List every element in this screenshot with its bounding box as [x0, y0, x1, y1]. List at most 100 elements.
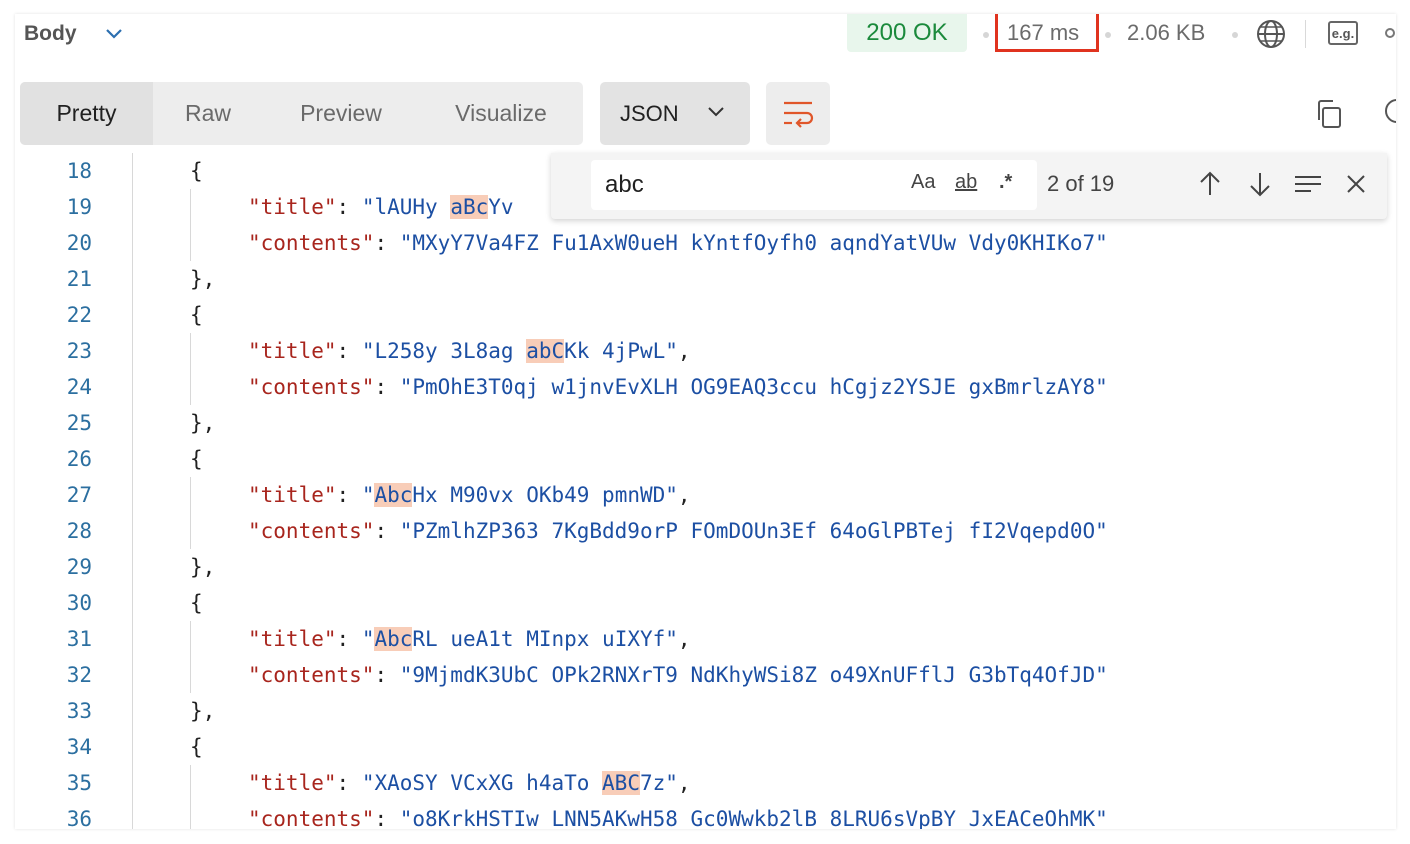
json-key: "contents" [248, 519, 375, 543]
indent-guide [190, 189, 191, 261]
line-number: 29 [66, 555, 92, 579]
colon: : [336, 771, 362, 795]
line-number: 31 [66, 627, 92, 651]
indent-guide [190, 333, 191, 405]
line-number: 36 [66, 807, 92, 829]
globe-icon[interactable] [1255, 18, 1287, 50]
search-match: abC [526, 339, 565, 363]
title-suffix: Yv [488, 195, 514, 219]
json-key: "contents" [248, 231, 375, 255]
search-icon[interactable] [1377, 98, 1396, 128]
line-number: 30 [66, 591, 92, 615]
wrap-lines-button[interactable] [766, 82, 830, 145]
tab-pretty[interactable]: Pretty [20, 82, 153, 145]
example-icon[interactable]: e.g. [1328, 21, 1358, 45]
wrap-lines-icon [784, 101, 814, 128]
match-case-toggle[interactable]: Aa [911, 171, 935, 194]
search-match: Abc [374, 627, 413, 651]
find-in-selection-icon[interactable] [1293, 169, 1323, 199]
line-number: 20 [66, 231, 92, 255]
json-string: "PmOhE3T0qj w1jnvEvXLH OG9EAQ3ccu hCgjz2… [399, 375, 1108, 399]
json-code-view[interactable]: 18 {19 "title": "lAUHy aBcYv 20 "contents": … [15, 153, 1396, 829]
line-number: 26 [66, 447, 92, 471]
tab-preview[interactable]: Preview [263, 82, 419, 145]
title-entry: "title": "lAUHy aBcYv [248, 189, 514, 225]
copy-icon[interactable] [1313, 98, 1345, 130]
close-brace: }, [190, 267, 216, 291]
response-panel: Body 200 OK 167 ms 2.06 KB e.g. Pretty R… [15, 14, 1396, 829]
match-count: 2 of 19 [1047, 171, 1115, 196]
line-number: 27 [66, 483, 92, 507]
json-key: "contents" [248, 807, 375, 829]
title-prefix: "lAUHy [361, 195, 451, 219]
format-select-label: JSON [620, 100, 679, 126]
arrow-down-icon[interactable] [1245, 169, 1275, 199]
indent-guide [190, 621, 191, 693]
json-key: "title" [248, 627, 337, 651]
comma: , [677, 627, 691, 651]
separator-dot [1105, 32, 1111, 38]
colon: : [336, 483, 362, 507]
code-line: 31 "title": "AbcRL ueA1t MInpx uIXYf", [15, 621, 1396, 657]
title-entry: "title": "XAoSY VCxXG h4aTo ABC7z", [248, 765, 691, 801]
colon: : [374, 807, 400, 829]
code-line: 20 "contents": "MXyY7Va4FZ Fu1AxW0ueH kYn… [15, 225, 1396, 261]
code-line: 21}, [15, 261, 1396, 297]
json-string: "PZmlhZP363 7KgBdd9orP FOmDOUn3Ef 64oGlP… [399, 519, 1108, 543]
title-suffix: 7z" [639, 771, 678, 795]
code-line: 36 "contents": "o8KrkHSTIw LNN5AKwH58 Gc0… [15, 801, 1396, 829]
code-line: 29}, [15, 549, 1396, 585]
code-line: 34 { [15, 729, 1396, 765]
tab-raw[interactable]: Raw [153, 82, 263, 145]
json-key: "title" [248, 339, 337, 363]
tab-visualize[interactable]: Visualize [419, 82, 583, 145]
code-line: 28 "contents": "PZmlhZP363 7KgBdd9orP FOm… [15, 513, 1396, 549]
title-suffix: Kk 4jPwL" [564, 339, 678, 363]
open-brace: { [190, 735, 203, 759]
regex-toggle[interactable]: .* [999, 171, 1012, 194]
more-icon[interactable] [1385, 28, 1395, 38]
close-icon[interactable] [1341, 169, 1371, 199]
open-brace: { [190, 591, 203, 615]
open-brace: { [190, 447, 203, 471]
colon: : [374, 231, 400, 255]
code-line: 23 "title": "L258y 3L8ag abCKk 4jPwL", [15, 333, 1396, 369]
line-number: 23 [66, 339, 92, 363]
close-brace: }, [190, 555, 216, 579]
contents-entry: "contents": "o8KrkHSTIw LNN5AKwH58 Gc0Ww… [248, 801, 1108, 829]
line-number: 28 [66, 519, 92, 543]
line-number: 34 [66, 735, 92, 759]
title-entry: "title": "AbcRL ueA1t MInpx uIXYf", [248, 621, 691, 657]
title-prefix: " [361, 483, 375, 507]
find-widget: Aa ab .* 2 of 19 [551, 153, 1387, 219]
chevron-down-icon[interactable] [103, 23, 125, 43]
colon: : [374, 519, 400, 543]
search-match: ABC [602, 771, 640, 795]
code-line: 26 { [15, 441, 1396, 477]
line-number: 19 [66, 195, 92, 219]
body-label: Body [24, 22, 77, 45]
colon: : [374, 375, 400, 399]
json-string: "o8KrkHSTIw LNN5AKwH58 Gc0Wwkb2lB 8LRU6s… [399, 807, 1108, 829]
title-prefix: "XAoSY VCxXG h4aTo [361, 771, 603, 795]
response-time[interactable]: 167 ms [1007, 20, 1079, 46]
colon: : [336, 339, 362, 363]
close-brace: }, [190, 411, 216, 435]
code-line: 33}, [15, 693, 1396, 729]
comma: , [677, 339, 691, 363]
view-tabs: Pretty Raw Preview Visualize [20, 82, 583, 145]
whole-word-toggle[interactable]: ab [955, 171, 977, 194]
format-select[interactable]: JSON [600, 82, 750, 145]
title-entry: "title": "L258y 3L8ag abCKk 4jPwL", [248, 333, 691, 369]
contents-entry: "contents": "9MjmdK3UbC OPk2RNXrT9 NdKhy… [248, 657, 1108, 693]
line-number: 22 [66, 303, 92, 327]
open-brace: { [190, 159, 203, 183]
open-brace: { [190, 303, 203, 327]
separator-dot [983, 32, 989, 38]
arrow-up-icon[interactable] [1195, 169, 1225, 199]
separator-dot [1232, 32, 1238, 38]
indent-guide [190, 477, 191, 549]
code-line: 32 "contents": "9MjmdK3UbC OPk2RNXrT9 NdK… [15, 657, 1396, 693]
response-size[interactable]: 2.06 KB [1127, 20, 1205, 46]
indent-guide [190, 765, 191, 829]
